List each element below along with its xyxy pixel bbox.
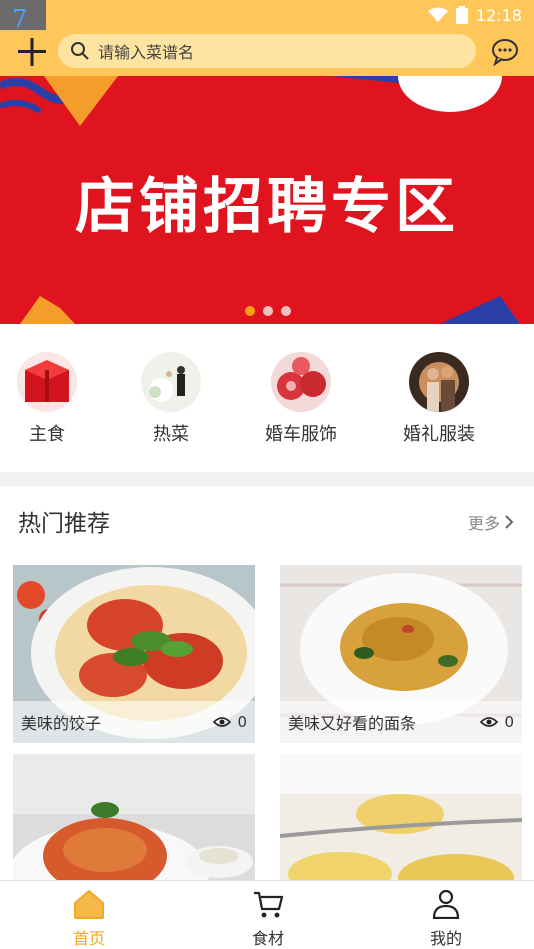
- chevron-right-icon: [505, 515, 514, 529]
- wedding-balloons-icon: [271, 352, 331, 412]
- category-item-wedding-car[interactable]: 婚车服饰: [251, 352, 351, 446]
- tab-ingredients[interactable]: 食材: [228, 889, 308, 949]
- recipe-name: 美味又好看的面条: [288, 714, 417, 733]
- recipe-card[interactable]: [13, 754, 255, 880]
- home-icon: [74, 890, 104, 919]
- category-item-hot-dish[interactable]: 热菜: [121, 352, 221, 446]
- view-count: 0: [213, 713, 247, 731]
- category-label: 热菜: [153, 424, 189, 445]
- card-caption: 美味又好看的面条 0: [280, 701, 522, 743]
- recipe-card[interactable]: 美味的饺子 0: [13, 565, 255, 743]
- section-title: 热门推荐: [18, 511, 110, 537]
- recipe-name: 美味的饺子: [21, 714, 102, 733]
- status-indicators: 12:18: [427, 4, 522, 26]
- view-count-value: 0: [504, 713, 514, 731]
- cart-icon: [254, 891, 284, 918]
- more-link[interactable]: 更多: [468, 510, 514, 534]
- top-header: 请输入菜谱名: [0, 30, 534, 76]
- eye-icon: [480, 717, 499, 727]
- carousel-dot-1[interactable]: [245, 306, 255, 316]
- carousel-dots: [245, 306, 291, 316]
- hot-section: 热门推荐 更多 美味的饺子 0 美味又好看的面条 0: [0, 486, 534, 880]
- eye-icon: [213, 717, 232, 727]
- category-label: 主食: [29, 424, 65, 445]
- add-icon[interactable]: [14, 34, 50, 70]
- tab-label: 我的: [429, 929, 462, 948]
- message-icon[interactable]: [490, 36, 520, 66]
- category-grid: 主食 热菜 婚车服饰 婚礼服装: [0, 324, 534, 472]
- tab-label: 食材: [251, 929, 284, 948]
- more-label: 更多: [467, 514, 500, 533]
- card-caption: 美味的饺子 0: [13, 701, 255, 743]
- promo-banner[interactable]: 店铺招聘专区: [0, 76, 534, 324]
- search-icon: [71, 42, 89, 60]
- search-placeholder: 请输入菜谱名: [98, 43, 195, 62]
- category-item-wedding-dress[interactable]: 婚礼服装: [389, 352, 489, 446]
- status-bar: 7 12:18: [0, 0, 534, 38]
- tab-profile[interactable]: 我的: [406, 889, 486, 949]
- carousel-dot-2[interactable]: [263, 306, 273, 316]
- view-count-value: 0: [237, 713, 247, 731]
- spaghetti-tomato-image: [13, 754, 255, 880]
- category-label: 婚车服饰: [265, 424, 337, 445]
- bride-groom-icon: [141, 352, 201, 412]
- wifi-icon: [427, 7, 448, 22]
- banner-title: 店铺招聘专区: [75, 172, 459, 242]
- tab-home[interactable]: 首页: [49, 889, 129, 949]
- recipe-card[interactable]: 美味又好看的面条 0: [280, 565, 522, 743]
- user-icon: [432, 889, 460, 920]
- recipe-card[interactable]: [280, 754, 522, 880]
- red-gift-box-icon: [17, 352, 77, 412]
- bottom-tab-bar: 首页 食材 我的: [0, 880, 534, 949]
- category-label: 婚礼服装: [403, 424, 475, 445]
- status-time: 12:18: [475, 5, 522, 25]
- view-count: 0: [480, 713, 514, 731]
- battery-icon: [455, 6, 468, 24]
- tagliatelle-image: [280, 754, 522, 880]
- wedding-couple-icon: [409, 352, 469, 412]
- carousel-dot-3[interactable]: [281, 306, 291, 316]
- tab-label: 首页: [72, 929, 105, 948]
- category-item-staple[interactable]: 主食: [0, 352, 97, 446]
- search-input[interactable]: 请输入菜谱名: [58, 34, 476, 68]
